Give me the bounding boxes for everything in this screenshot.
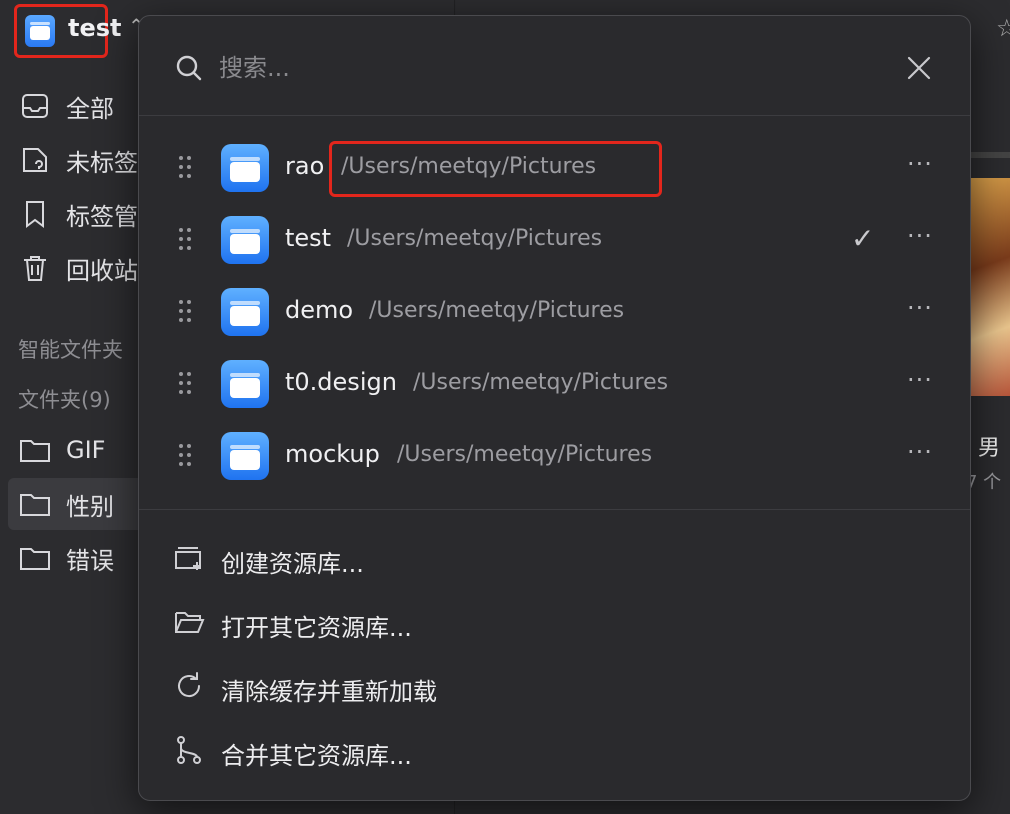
- library-path: /Users/meetqy/Pictures: [369, 298, 625, 323]
- folder-icon: [18, 487, 52, 521]
- search-input[interactable]: [219, 46, 819, 90]
- library-icon: [221, 360, 269, 408]
- sidebar-item-tag-manager[interactable]: 标签管: [18, 194, 138, 234]
- library-name: mockup: [285, 440, 380, 468]
- drag-handle-icon[interactable]: [179, 300, 193, 324]
- sidebar-item-label: 性别: [66, 492, 114, 521]
- trash-icon: [18, 251, 52, 285]
- sidebar-item-label: 全部: [66, 94, 114, 123]
- card-divider: [970, 152, 1010, 158]
- sidebar-item-label: 错误: [66, 546, 114, 575]
- action-label: 合并其它资源库...: [221, 742, 412, 770]
- library-row-t0-design[interactable]: t0.design /Users/meetqy/Pictures ···: [139, 348, 970, 420]
- library-row-test[interactable]: test /Users/meetqy/Pictures ✓ ···: [139, 204, 970, 276]
- sidebar-item-label: 未标签: [66, 148, 138, 177]
- more-options-icon[interactable]: ···: [907, 222, 933, 250]
- drag-handle-icon[interactable]: [179, 228, 193, 252]
- folder-icon: [18, 541, 52, 575]
- image-thumbnail[interactable]: [970, 178, 1010, 396]
- library-switcher-popup: rao /Users/meetqy/Pictures ··· test /Use…: [138, 15, 971, 801]
- merge-icon: [177, 736, 201, 764]
- library-row-demo[interactable]: demo /Users/meetqy/Pictures ···: [139, 276, 970, 348]
- tag-question-icon: [18, 143, 52, 177]
- library-path: /Users/meetqy/Pictures: [413, 370, 669, 395]
- library-row-rao[interactable]: rao /Users/meetqy/Pictures ···: [139, 132, 970, 204]
- action-label: 创建资源库...: [221, 550, 364, 578]
- clear-cache-reload-button[interactable]: 清除缓存并重新加载: [139, 654, 970, 716]
- more-options-icon[interactable]: ···: [907, 150, 933, 178]
- reload-icon: [178, 672, 201, 698]
- library-icon: [221, 288, 269, 336]
- library-path: /Users/meetqy/Pictures: [347, 226, 603, 251]
- library-name: demo: [285, 296, 354, 324]
- close-icon[interactable]: [905, 54, 933, 82]
- drag-handle-icon[interactable]: [179, 372, 193, 396]
- library-path: /Users/meetqy/Pictures: [341, 154, 597, 179]
- sidebar-item-trash[interactable]: 回收站: [18, 248, 138, 288]
- smart-folders-heading[interactable]: 智能文件夹: [18, 334, 123, 364]
- library-name: test: [285, 224, 332, 252]
- sidebar-item-untagged[interactable]: 未标签: [18, 140, 138, 180]
- checkmark-icon: ✓: [851, 222, 875, 255]
- sidebar-item-all[interactable]: 全部: [18, 86, 114, 126]
- search-bar: [139, 16, 970, 116]
- create-library-button[interactable]: 创建资源库...: [139, 526, 970, 588]
- action-label: 清除缓存并重新加载: [221, 678, 437, 706]
- library-icon: [221, 216, 269, 264]
- folder-card-title: 男: [978, 436, 1001, 461]
- create-library-icon: [175, 547, 201, 570]
- drag-handle-icon[interactable]: [179, 156, 193, 180]
- divider: [139, 509, 970, 510]
- library-path: /Users/meetqy/Pictures: [397, 442, 653, 467]
- drag-handle-icon[interactable]: [179, 444, 193, 468]
- search-icon: [176, 55, 202, 81]
- open-folder-icon: [175, 612, 205, 633]
- sidebar-item-label: GIF: [66, 436, 106, 464]
- library-icon: [25, 15, 55, 47]
- sidebar-item-label: 回收站: [66, 256, 138, 285]
- sidebar-folder-gif[interactable]: GIF: [18, 430, 105, 470]
- folders-heading[interactable]: 文件夹(9): [18, 384, 111, 414]
- open-library-button[interactable]: 打开其它资源库...: [139, 590, 970, 652]
- folder-card-count: 7 个: [966, 472, 1002, 493]
- more-options-icon[interactable]: ···: [907, 366, 933, 394]
- current-library-name[interactable]: test: [68, 14, 122, 42]
- action-label: 打开其它资源库...: [221, 614, 412, 642]
- sidebar-folder-gender[interactable]: 性别: [8, 478, 148, 530]
- library-icon: [221, 432, 269, 480]
- library-icon: [221, 144, 269, 192]
- library-name: t0.design: [285, 368, 397, 396]
- library-name: rao: [285, 152, 325, 180]
- sidebar-item-label: 标签管: [66, 202, 138, 231]
- star-icon[interactable]: ☆: [996, 14, 1010, 42]
- more-options-icon[interactable]: ···: [907, 294, 933, 322]
- inbox-icon: [18, 89, 52, 123]
- folder-icon: [18, 433, 52, 467]
- merge-library-button[interactable]: 合并其它资源库...: [139, 718, 970, 780]
- sidebar-folder-error[interactable]: 错误: [18, 538, 114, 578]
- more-options-icon[interactable]: ···: [907, 438, 933, 466]
- bookmark-icon: [18, 197, 52, 231]
- library-row-mockup[interactable]: mockup /Users/meetqy/Pictures ···: [139, 420, 970, 492]
